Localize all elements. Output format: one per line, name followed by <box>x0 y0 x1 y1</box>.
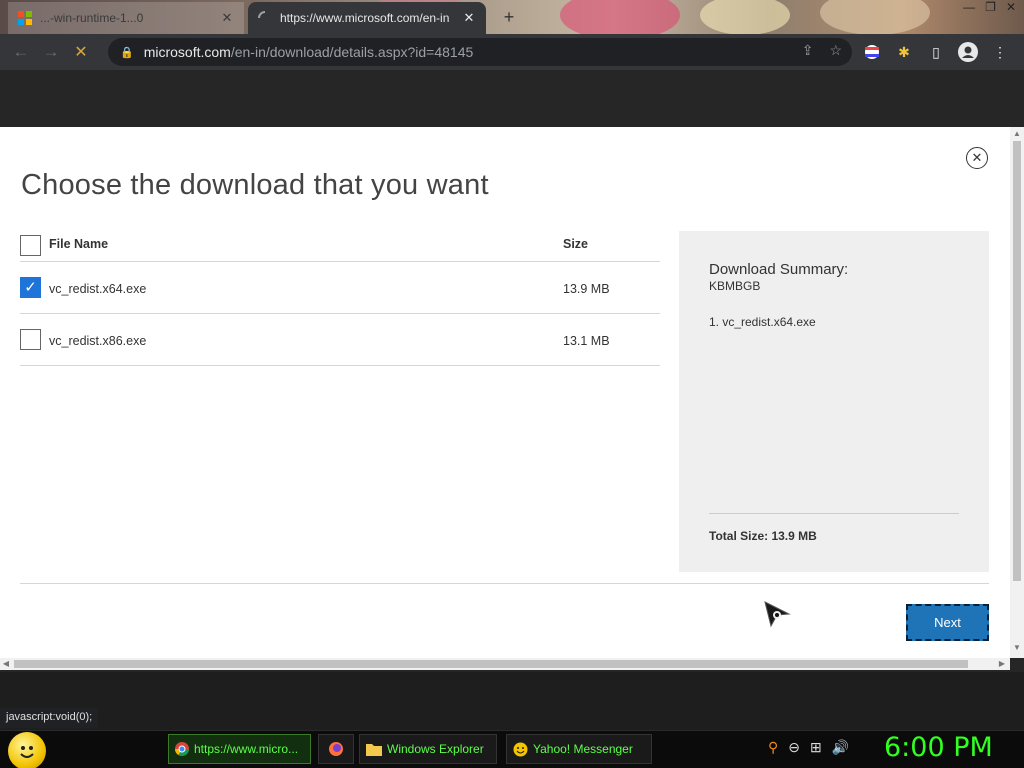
vertical-scrollbar[interactable]: ▲ ▼ <box>1010 127 1024 658</box>
lock-icon: 🔒 <box>120 46 134 59</box>
row-checkbox[interactable] <box>20 329 41 350</box>
taskbar-item-windows-explorer[interactable]: Windows Explorer <box>359 734 497 764</box>
search-icon[interactable]: ⚲ <box>768 739 778 756</box>
scroll-right-icon[interactable]: ▶ <box>996 658 1008 670</box>
horizontal-scrollbar[interactable]: ◀ ▶ <box>0 658 1010 670</box>
tab-runtime[interactable]: ...-win-runtime-1...0 ✕ <box>8 2 244 34</box>
divider <box>20 365 660 366</box>
status-url-bubble: javascript:void(0); <box>0 708 99 728</box>
file-size: 13.9 MB <box>563 282 610 296</box>
tab-title: ...-win-runtime-1...0 <box>40 11 144 25</box>
summary-item: 1. vc_redist.x64.exe <box>709 315 816 329</box>
menu-kebab-icon[interactable]: ⋮ <box>990 42 1010 62</box>
close-tab-icon[interactable]: ✕ <box>462 10 476 26</box>
maximize-icon[interactable]: ❐ <box>985 0 996 14</box>
new-tab-icon[interactable]: + <box>498 6 520 28</box>
column-header-file-name: File Name <box>49 237 109 251</box>
file-name: vc_redist.x86.exe <box>49 334 147 348</box>
dialog-title: Choose the download that you want <box>21 169 489 201</box>
scroll-left-icon[interactable]: ◀ <box>0 658 12 670</box>
screen: ...-win-runtime-1...0 ✕ https://www.micr… <box>0 0 1024 768</box>
loading-spinner-icon <box>258 11 266 19</box>
taskbar-label: Yahoo! Messenger <box>533 742 633 756</box>
select-all-checkbox[interactable] <box>20 235 41 256</box>
stop-loading-icon[interactable]: ✕ <box>66 37 96 67</box>
folder-icon <box>366 744 382 756</box>
divider <box>20 313 660 314</box>
close-dialog-icon[interactable]: ✕ <box>966 147 988 169</box>
puzzle-extension-icon[interactable]: ✱ <box>894 42 914 62</box>
taskbar-label: https://www.micro... <box>194 742 299 756</box>
forward-icon[interactable]: → <box>36 37 66 67</box>
network-icon[interactable]: ⊞ <box>810 739 822 756</box>
start-button-smiley-icon[interactable] <box>8 732 46 768</box>
clock[interactable]: 6:00 PM <box>884 732 993 763</box>
taskbar: https://www.micro... Windows Explorer Ya… <box>0 730 1024 768</box>
summary-total: Total Size: 13.9 MB <box>709 529 817 543</box>
divider <box>709 513 959 514</box>
tab-title: https://www.microsoft.com/en-in <box>280 11 450 25</box>
extensions-area: ✱ ▯ ⋮ <box>862 34 1010 70</box>
volume-icon[interactable]: 🔊 <box>832 739 849 756</box>
url-path: /en-in/download/details.aspx?id=48145 <box>230 44 474 60</box>
scroll-down-icon[interactable]: ▼ <box>1010 643 1024 652</box>
scroll-thumb[interactable] <box>1013 141 1021 581</box>
divider <box>20 261 660 262</box>
profile-flag-icon[interactable] <box>862 42 882 62</box>
scroll-thumb[interactable] <box>14 660 968 668</box>
footer-divider <box>20 583 989 584</box>
system-tray: ⚲ ⊖ ⊞ 🔊 <box>768 739 849 756</box>
back-icon[interactable]: ← <box>6 37 36 67</box>
file-name: vc_redist.x64.exe <box>49 282 147 296</box>
close-tab-icon[interactable]: ✕ <box>220 10 234 26</box>
url-host: microsoft.com <box>143 44 231 60</box>
mouse-cursor-icon <box>764 601 791 628</box>
messenger-status-icon[interactable]: ⊖ <box>788 739 800 756</box>
close-window-icon[interactable]: ✕ <box>1006 0 1016 14</box>
taskbar-label: Windows Explorer <box>387 742 484 756</box>
scroll-up-icon[interactable]: ▲ <box>1010 129 1024 138</box>
tab-strip: ...-win-runtime-1...0 ✕ https://www.micr… <box>0 0 1024 34</box>
account-avatar-icon[interactable] <box>958 42 978 62</box>
next-button[interactable]: Next <box>906 604 989 641</box>
side-panel-icon[interactable]: ▯ <box>926 42 946 62</box>
share-icon[interactable]: ⇪ <box>802 42 814 59</box>
taskbar-item-yahoo-messenger[interactable]: Yahoo! Messenger <box>506 734 652 764</box>
taskbar-item-chrome[interactable]: https://www.micro... <box>168 734 311 764</box>
file-size: 13.1 MB <box>563 334 610 348</box>
window-controls: — ❐ ✕ <box>963 0 1016 14</box>
summary-code: KBMBGB <box>709 279 761 293</box>
tab-microsoft[interactable]: https://www.microsoft.com/en-in ✕ <box>248 2 486 34</box>
summary-heading: Download Summary: <box>709 261 849 278</box>
chrome-icon <box>175 742 189 756</box>
taskbar-item-firefox[interactable] <box>318 734 354 764</box>
row-checkbox-checked[interactable]: ✓ <box>20 277 41 298</box>
bookmark-star-icon[interactable]: ☆ <box>829 42 842 59</box>
firefox-icon <box>329 742 343 756</box>
column-header-size: Size <box>563 237 589 251</box>
yahoo-messenger-icon <box>513 742 528 756</box>
download-summary-panel: Download Summary: KBMBGB 1. vc_redist.x6… <box>679 231 989 572</box>
microsoft-logo-icon <box>18 11 32 25</box>
minimize-icon[interactable]: — <box>963 0 975 14</box>
address-bar[interactable]: 🔒 microsoft.com/en-in/download/details.a… <box>108 38 852 66</box>
